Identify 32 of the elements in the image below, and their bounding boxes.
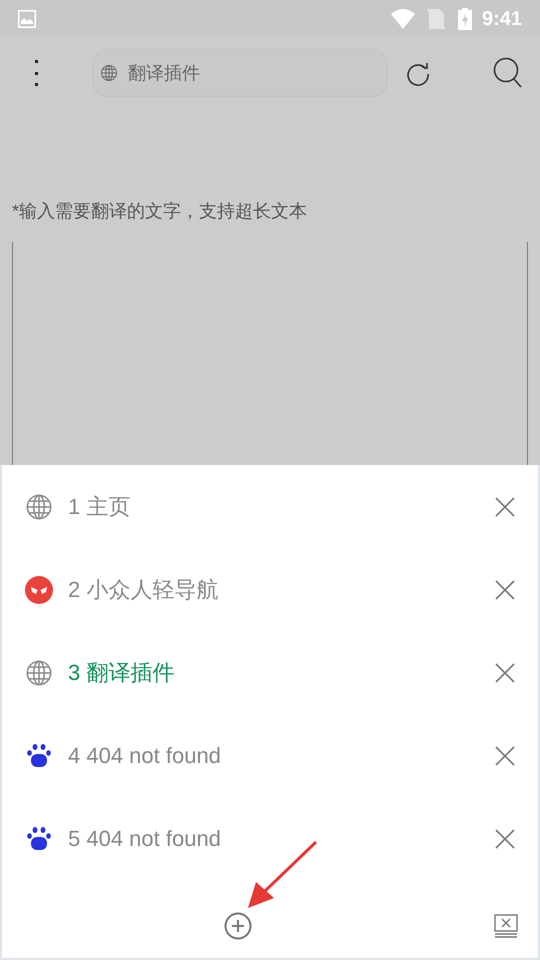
no-sim-icon [426, 8, 446, 30]
wifi-icon [390, 8, 416, 30]
close-icon[interactable] [494, 662, 516, 684]
clear-all-icon[interactable] [494, 914, 518, 938]
paw-icon [26, 742, 52, 768]
globe-icon [25, 658, 53, 686]
close-icon[interactable] [494, 578, 516, 600]
tab-title: 2 小众人轻导航 [68, 576, 218, 604]
tab-title: 1 主页 [68, 493, 130, 521]
address-text: 翻译插件 [128, 62, 200, 84]
mask-icon [25, 576, 53, 604]
battery-charging-icon [458, 8, 472, 30]
paw-icon [26, 826, 52, 852]
tab-item[interactable]: 5 404 not found [2, 797, 538, 880]
close-icon[interactable] [494, 828, 516, 850]
close-icon[interactable] [494, 496, 516, 518]
address-field[interactable]: 翻译插件 [92, 49, 388, 97]
tab-title: 4 404 not found [68, 742, 221, 770]
tab-title: 3 翻译插件 [68, 659, 174, 687]
search-icon[interactable] [493, 57, 523, 89]
tab-item[interactable]: 4 404 not found [2, 714, 538, 797]
input-hint: *输入需要翻译的文字，支持超长文本 [11, 200, 308, 223]
reload-icon[interactable] [405, 60, 431, 86]
globe-icon [100, 64, 118, 82]
close-icon[interactable] [494, 744, 516, 766]
tab-item[interactable]: 3 翻译插件 [2, 631, 538, 714]
tab-title: 5 404 not found [68, 825, 221, 853]
add-tab-icon[interactable] [224, 912, 252, 940]
globe-icon [25, 492, 53, 520]
image-icon [18, 10, 36, 28]
tab-item[interactable]: 1 主页 [2, 465, 538, 548]
tab-item[interactable]: 2 小众人轻导航 [2, 548, 538, 631]
